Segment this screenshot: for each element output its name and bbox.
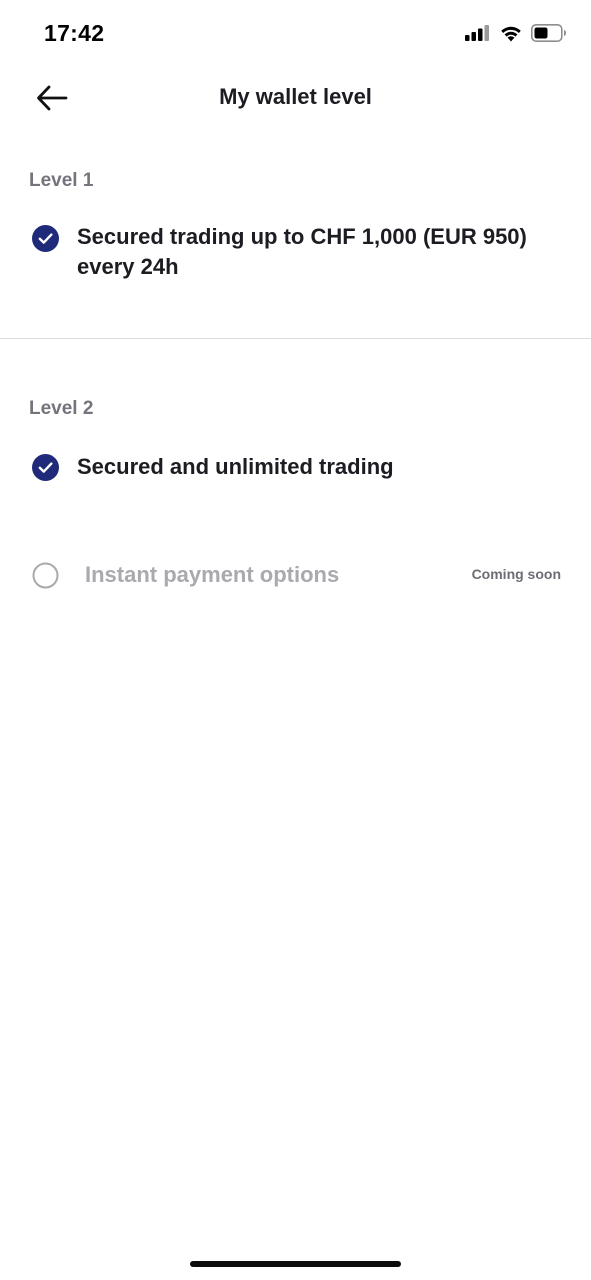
cellular-signal-icon: [465, 25, 489, 41]
pending-feature-text: Instant payment options: [85, 562, 340, 587]
status-time: 17:42: [44, 20, 105, 46]
header: My wallet level: [0, 70, 591, 126]
level-1-label: Level 1: [29, 170, 94, 191]
status-icons: [465, 24, 567, 42]
feature-text: Secured and unlimited trading: [77, 454, 394, 479]
home-indicator: [190, 1261, 401, 1267]
check-circle-icon: [32, 454, 59, 481]
wifi-icon: [501, 26, 521, 42]
empty-circle-icon: [32, 562, 59, 589]
status-bar: 17:42: [0, 0, 591, 70]
check-circle-icon: [32, 225, 59, 252]
page-title: My wallet level: [219, 84, 372, 109]
coming-soon-badge: Coming soon: [471, 566, 561, 582]
level-2-label: Level 2: [29, 398, 94, 419]
feature-text: Secured trading up to CHF 1,000 (EUR 950…: [77, 224, 527, 279]
section-divider: [0, 338, 591, 339]
battery-icon: [531, 24, 566, 42]
